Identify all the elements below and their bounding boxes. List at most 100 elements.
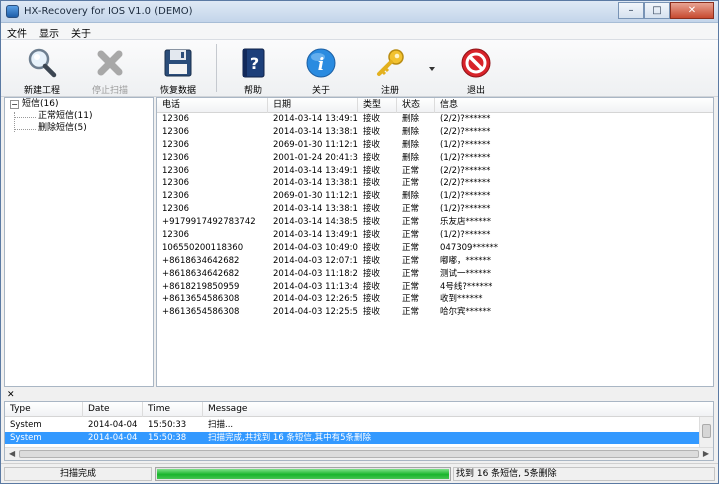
progress-fill	[157, 469, 449, 479]
log-column-time[interactable]: Time	[143, 402, 203, 417]
tree-item-deleted-sms[interactable]: 删除短信(5)	[38, 122, 87, 134]
about-button[interactable]: i 关于	[291, 45, 351, 96]
status-text: 扫描完成	[4, 467, 152, 481]
cell-phone: 12306	[162, 230, 190, 241]
cell-status: 正常	[402, 281, 420, 292]
register-dropdown-arrow-icon[interactable]	[429, 67, 435, 71]
table-row[interactable]: 12306 2014-03-14 13:38:17 接收 删除 (2/2)?******	[157, 126, 713, 139]
log-row[interactable]: System 2014-04-04 15:50:38 扫描完成,共找到 16 条短信,…	[5, 432, 699, 444]
menu-view[interactable]: 显示	[33, 23, 65, 40]
cell-date: 2014-04-03 12:25:59	[273, 307, 358, 318]
table-row[interactable]: 12306 2014-03-14 13:38:17 接收 正常 (1/2)?******	[157, 203, 713, 216]
stop-scan-button[interactable]: 停止扫描	[80, 45, 140, 96]
table-row[interactable]: +8613654586308 2014-04-03 12:25:59 接收 正常 哈尔宾…	[157, 306, 713, 319]
register-button[interactable]: 注册	[360, 45, 420, 96]
stop-x-icon	[97, 50, 123, 76]
cell-type: 接收	[363, 230, 381, 241]
about-label: 关于	[311, 86, 330, 96]
column-phone[interactable]: 电话	[157, 98, 268, 113]
cell-phone: 12306	[162, 126, 190, 137]
cell-type: 接收	[363, 281, 381, 292]
close-log-icon[interactable]: ✕	[7, 389, 15, 401]
log-horizontal-scrollbar[interactable]: ◀ ▶	[5, 447, 713, 460]
table-row[interactable]: 12306 2014-03-14 13:49:12 接收 正常 (2/2)?******	[157, 165, 713, 178]
category-tree: − 短信(16) 正常短信(11) 删除短信(5)	[4, 97, 154, 387]
log-cell-time: 15:50:33	[148, 420, 187, 430]
restore-data-button[interactable]: 恢复数据	[148, 45, 208, 96]
column-type[interactable]: 类型	[358, 98, 397, 113]
scroll-left-icon[interactable]: ◀	[9, 449, 15, 458]
cell-date: 2014-04-03 11:18:23	[273, 268, 358, 279]
log-vertical-scrollbar[interactable]	[699, 417, 713, 447]
help-button[interactable]: ? 帮助	[223, 45, 283, 96]
table-row[interactable]: 12306 2014-03-14 13:49:12 接收 正常 (1/2)?******	[157, 229, 713, 242]
app-window: HX-Recovery for IOS V1.0 (DEMO) – □ ✕ 文件…	[0, 0, 719, 484]
log-column-date[interactable]: Date	[83, 402, 143, 417]
column-date[interactable]: 日期	[268, 98, 358, 113]
cell-status: 删除	[402, 139, 420, 150]
table-row[interactable]: 12306 2069-01-30 11:12:17 接收 删除 (1/2)?******	[157, 139, 713, 152]
table-row[interactable]: +8618634642682 2014-04-03 11:18:23 接收 正常 测试一…	[157, 268, 713, 281]
cell-phone: 12306	[162, 191, 190, 202]
cell-phone: 12306	[162, 114, 190, 124]
cell-type: 接收	[363, 217, 381, 228]
cell-type: 接收	[363, 152, 381, 163]
cell-type: 接收	[363, 204, 381, 215]
cell-message: 收到******	[440, 294, 483, 305]
table-row[interactable]: 12306 2014-03-14 13:49:12 接收 删除 (2/2)?******	[157, 113, 713, 126]
log-panel: Type Date Time Message System 2014-04-04 1…	[4, 401, 714, 461]
cell-message: 哈尔宾******	[440, 307, 492, 318]
cell-phone: 12306	[162, 165, 190, 176]
table-row[interactable]: +9179917492783742 2014-03-14 14:38:58 接收 正常…	[157, 216, 713, 229]
cell-date: 2001-01-24 20:41:36	[273, 152, 358, 163]
cell-status: 正常	[402, 165, 420, 176]
cell-phone: 12306	[162, 139, 190, 150]
app-icon	[6, 5, 19, 18]
new-project-button[interactable]: 新建工程	[12, 45, 72, 96]
cell-message: 047309******	[440, 242, 498, 253]
close-button[interactable]: ✕	[670, 2, 714, 19]
maximize-button[interactable]: □	[644, 2, 670, 19]
menu-about[interactable]: 关于	[65, 23, 97, 40]
cell-date: 2014-03-14 13:38:17	[273, 204, 358, 215]
cell-type: 接收	[363, 307, 381, 318]
cell-phone: +8618219850959	[162, 281, 240, 292]
log-row[interactable]: System 2014-04-04 15:50:33 扫描...	[5, 419, 699, 431]
log-column-type[interactable]: Type	[5, 402, 83, 417]
table-row[interactable]: 106550200118360 2014-04-03 10:49:00 接收 正常 04…	[157, 242, 713, 255]
cell-type: 接收	[363, 165, 381, 176]
cell-phone: 12306	[162, 204, 190, 215]
scroll-thumb[interactable]	[19, 450, 699, 458]
log-cell-type: System	[10, 420, 42, 430]
menu-file[interactable]: 文件	[1, 23, 33, 40]
cell-phone: 12306	[162, 152, 190, 163]
cell-message: 4号线?******	[440, 281, 493, 292]
cell-message: (2/2)?******	[440, 178, 491, 189]
tree-item-normal-sms[interactable]: 正常短信(11)	[38, 110, 92, 122]
table-body: 12306 2014-03-14 13:49:12 接收 删除 (2/2)?******…	[157, 113, 713, 319]
scroll-thumb[interactable]	[702, 424, 711, 438]
cell-type: 接收	[363, 242, 381, 253]
cell-date: 2014-04-03 11:13:40	[273, 281, 358, 292]
cell-type: 接收	[363, 139, 381, 150]
cell-status: 正常	[402, 204, 420, 215]
cell-phone: +8618634642682	[162, 255, 240, 266]
tree-collapse-toggle[interactable]: −	[10, 100, 19, 109]
column-status[interactable]: 状态	[397, 98, 435, 113]
scroll-right-icon[interactable]: ▶	[703, 449, 709, 458]
minimize-button[interactable]: –	[618, 2, 644, 19]
info-icon: i	[306, 48, 336, 78]
cell-message: (2/2)?******	[440, 114, 491, 124]
exit-button[interactable]: 退出	[446, 45, 506, 96]
table-row[interactable]: +8613654586308 2014-04-03 12:26:59 接收 正常 收到*…	[157, 293, 713, 306]
table-row[interactable]: +8618219850959 2014-04-03 11:13:40 接收 正常 4号线…	[157, 281, 713, 294]
table-row[interactable]: 12306 2069-01-30 11:12:17 接收 删除 (1/2)?******	[157, 190, 713, 203]
table-row[interactable]: 12306 2014-03-14 13:38:17 接收 正常 (2/2)?******	[157, 177, 713, 190]
table-row[interactable]: +8618634642682 2014-04-03 12:07:16 接收 正常 嘟嘟，…	[157, 255, 713, 268]
log-cell-date: 2014-04-04	[88, 420, 138, 430]
tree-item-sms[interactable]: 短信(16)	[22, 98, 58, 110]
log-column-message[interactable]: Message	[203, 402, 713, 417]
table-row[interactable]: 12306 2001-01-24 20:41:36 接收 删除 (1/2)?******	[157, 152, 713, 165]
column-message[interactable]: 信息	[435, 98, 713, 113]
title-bar[interactable]: HX-Recovery for IOS V1.0 (DEMO) – □ ✕	[1, 1, 718, 23]
